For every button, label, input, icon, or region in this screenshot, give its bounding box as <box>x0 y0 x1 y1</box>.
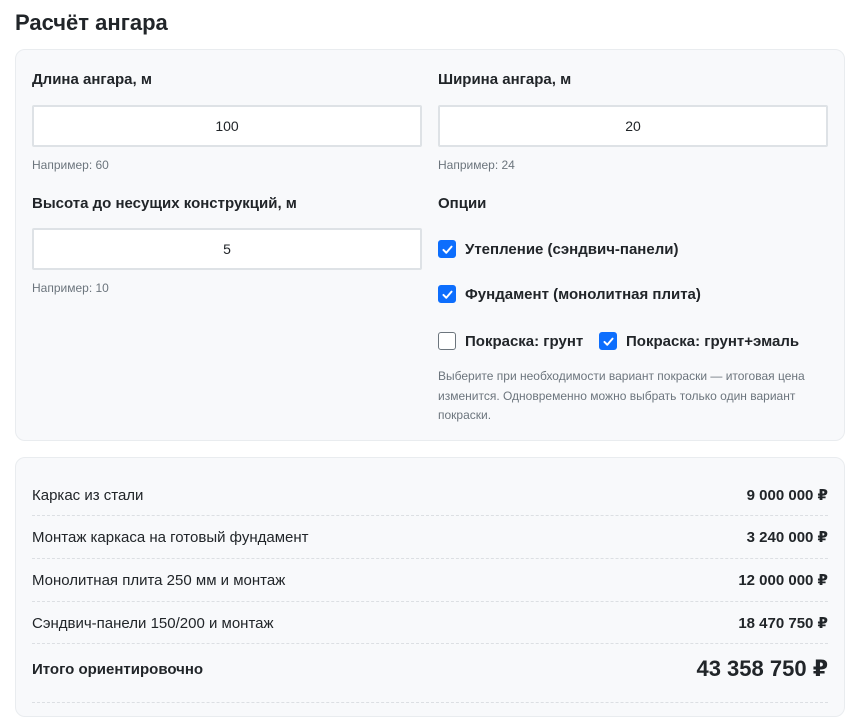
result-row: Монтаж каркаса на готовый фундамент 3 24… <box>32 528 828 547</box>
height-label: Высота до несущих конструкций, м <box>32 195 297 212</box>
total-value: 43 358 750 ₽ <box>696 656 828 681</box>
insulation-checkbox[interactable] <box>438 240 456 258</box>
result-value: 12 000 000 ₽ <box>738 572 828 589</box>
check-icon <box>441 245 453 254</box>
row-divider <box>32 601 828 602</box>
insulation-option[interactable]: Утепление (сэндвич-панели) <box>438 240 678 258</box>
paint-note: Выберите при необходимости вариант покра… <box>438 369 805 422</box>
result-label: Монтаж каркаса на готовый фундамент <box>32 528 309 546</box>
height-input[interactable] <box>32 228 422 270</box>
result-value: 9 000 000 ₽ <box>746 487 828 504</box>
width-hint: Например: 24 <box>438 158 515 172</box>
check-icon <box>441 290 453 299</box>
check-icon <box>602 337 614 346</box>
foundation-checkbox[interactable] <box>438 285 456 303</box>
paint-enamel-checkbox[interactable] <box>599 332 617 350</box>
result-label: Сэндвич-панели 150/200 и монтаж <box>32 614 274 632</box>
results-panel: Каркас из стали 9 000 000 ₽ Монтаж карка… <box>15 457 845 717</box>
row-divider <box>32 643 828 644</box>
total-label: Итого ориентировочно <box>32 660 204 678</box>
page-title: Расчёт ангара <box>15 10 168 35</box>
foundation-option[interactable]: Фундамент (монолитная плита) <box>438 285 701 303</box>
row-divider <box>32 702 828 703</box>
paint-enamel-option[interactable]: Покраска: грунт+эмаль <box>599 332 799 350</box>
width-label: Ширина ангара, м <box>438 71 572 88</box>
total-row: Итого ориентировочно 43 358 750 ₽ <box>32 656 828 682</box>
paint-primer-label: Покраска: грунт <box>465 332 584 350</box>
paint-primer-option[interactable]: Покраска: грунт <box>438 332 583 350</box>
height-hint: Например: 10 <box>32 281 109 295</box>
length-label: Длина ангара, м <box>32 71 152 88</box>
width-input[interactable] <box>438 105 828 147</box>
result-row: Монолитная плита 250 мм и монтаж 12 000 … <box>32 571 828 590</box>
row-divider <box>32 515 828 516</box>
result-value: 3 240 000 ₽ <box>746 529 828 546</box>
length-hint: Например: 60 <box>32 158 109 172</box>
calculator-form: Длина ангара, м Например: 60 Ширина анга… <box>15 49 845 441</box>
options-title: Опции <box>438 195 487 212</box>
row-divider <box>32 558 828 559</box>
paint-enamel-label: Покраска: грунт+эмаль <box>626 332 800 350</box>
result-label: Каркас из стали <box>32 486 144 504</box>
paint-primer-checkbox[interactable] <box>438 332 456 350</box>
result-row: Каркас из стали 9 000 000 ₽ <box>32 486 828 505</box>
result-label: Монолитная плита 250 мм и монтаж <box>32 571 286 589</box>
length-input[interactable] <box>32 105 422 147</box>
result-row: Сэндвич-панели 150/200 и монтаж 18 470 7… <box>32 614 828 633</box>
insulation-label: Утепление (сэндвич-панели) <box>465 240 679 258</box>
foundation-label: Фундамент (монолитная плита) <box>465 285 701 303</box>
result-value: 18 470 750 ₽ <box>738 615 828 632</box>
